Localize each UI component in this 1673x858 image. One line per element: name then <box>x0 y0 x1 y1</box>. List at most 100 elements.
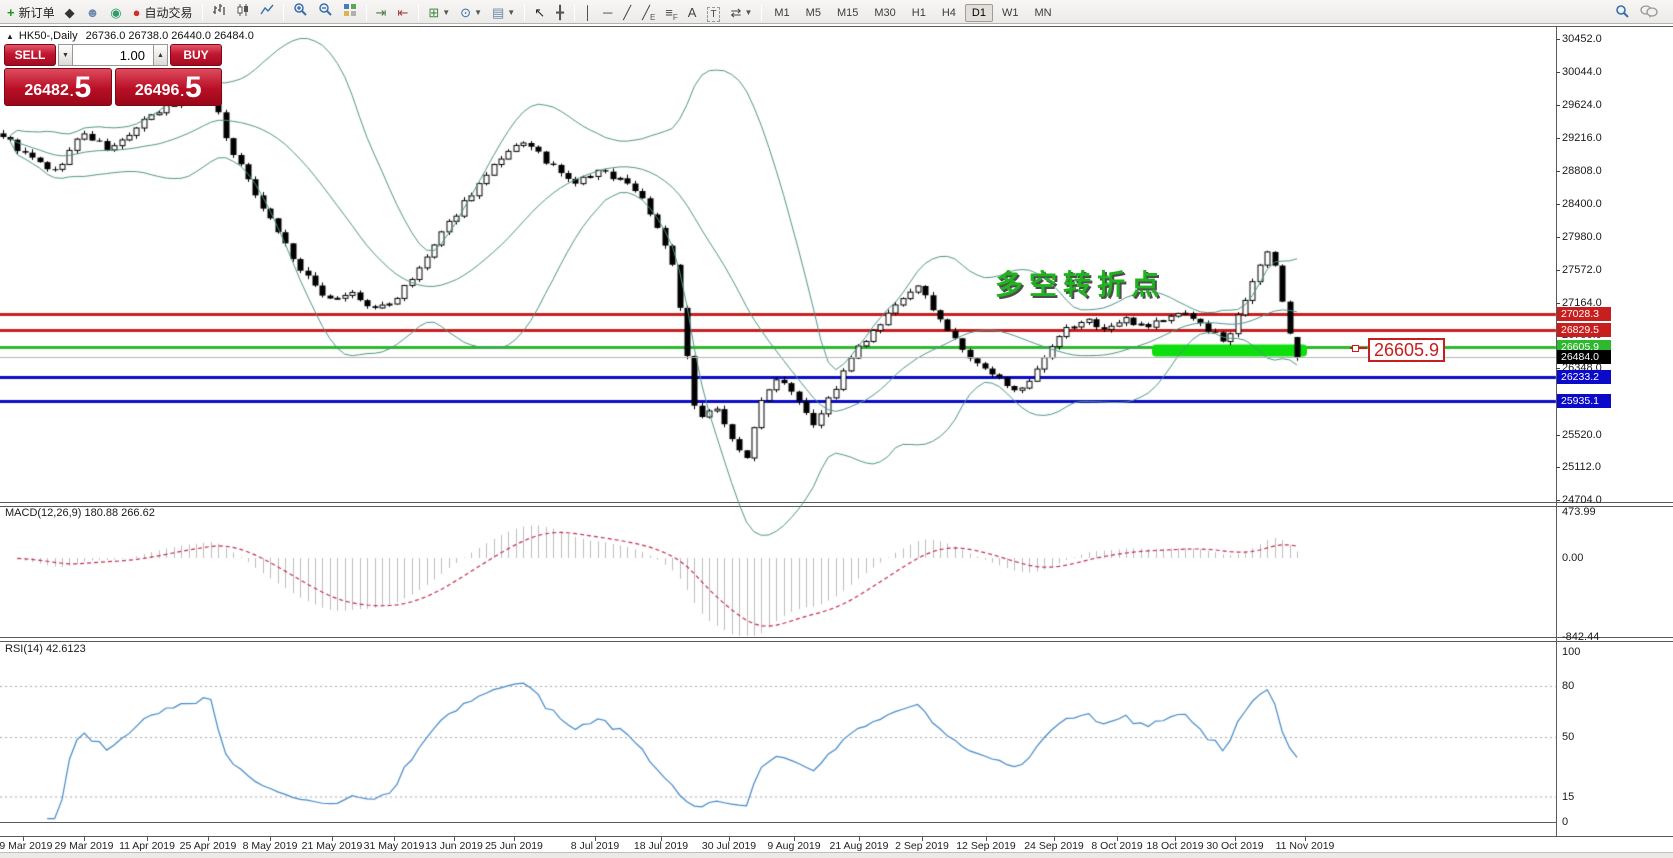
bar-chart-button[interactable] <box>208 0 230 20</box>
text-label-icon: T <box>707 7 719 22</box>
templates-button[interactable]: ▤▼ <box>488 2 519 22</box>
timeframe-button-m1[interactable]: M1 <box>767 4 796 22</box>
current-price-badge: 26484.0 <box>1557 350 1611 364</box>
toolbar-items: +新订单◆☻◉●自动交易⇥⇤⊞▼⊙▼▤▼↖╋│─╱╱E≡FAT⇄▼ <box>2 0 766 24</box>
autotrading-button-label: 自动交易 <box>145 4 193 21</box>
tile-windows-button[interactable] <box>339 0 361 20</box>
price-level-badge: 26233.2 <box>1557 370 1611 384</box>
trendline-icon: ╱ <box>623 6 631 19</box>
price-level-tag: 26605.9 <box>1368 338 1445 362</box>
price-tag-connector <box>1350 347 1367 349</box>
candlestick-chart-icon <box>236 3 250 17</box>
timeframe-button-d1[interactable]: D1 <box>965 4 993 22</box>
signals-icon: ◉ <box>110 6 121 19</box>
toolbar-separator <box>418 4 419 21</box>
one-click-toggle-icon[interactable]: ▲ <box>6 32 14 41</box>
volume-input[interactable]: 1.00 <box>73 44 153 66</box>
timeframe-button-mn[interactable]: MN <box>1027 4 1058 22</box>
templates-icon: ▤ <box>492 6 504 19</box>
timeframe-button-h1[interactable]: H1 <box>905 4 933 22</box>
bar-chart-icon <box>212 3 226 17</box>
equidistant-channel-icon-modifier: E <box>650 13 655 22</box>
buy-button-label: BUY <box>183 48 208 62</box>
signals-button[interactable]: ◉ <box>106 2 126 22</box>
crosshair-button[interactable]: ╋ <box>552 2 569 22</box>
search-icon <box>1615 4 1630 19</box>
vertical-line-button[interactable]: │ <box>580 2 597 22</box>
volume-increase-button[interactable]: ▲ <box>153 44 168 66</box>
buy-price-dot: . <box>180 81 184 103</box>
text-icon: A <box>688 6 697 19</box>
timeframe-button-m30[interactable]: M30 <box>867 4 902 22</box>
buy-price-button[interactable]: 26496 . 5 <box>115 68 223 106</box>
new-order-button[interactable]: +新订单 <box>3 2 59 22</box>
search-button[interactable] <box>1611 2 1634 22</box>
timeframe-button-w1[interactable]: W1 <box>995 4 1026 22</box>
toolbar-separator <box>283 4 284 21</box>
tile-windows-icon <box>343 3 357 17</box>
candlestick-chart-button[interactable] <box>232 0 254 20</box>
sell-price-main: 26482 <box>24 79 69 103</box>
sell-price-button[interactable]: 26482 . 5 <box>4 68 112 106</box>
chat-icon <box>1640 4 1658 19</box>
text-label-button[interactable]: T <box>703 4 724 24</box>
toolbar-separator <box>366 4 367 21</box>
chevron-down-icon: ▼ <box>474 8 482 17</box>
styler-icon: ◆ <box>65 6 75 19</box>
channel-button[interactable]: ╱E <box>638 2 659 22</box>
macd-indicator-label: MACD(12,26,9) 180.88 266.62 <box>5 507 155 519</box>
periods-button[interactable]: ⊙▼ <box>456 2 486 22</box>
chart-ohlc-values: 26736.0 26738.0 26440.0 26484.0 <box>86 30 254 42</box>
price-level-badge: 27028.3 <box>1557 307 1611 321</box>
horizontal-line-icon: ─ <box>603 6 612 19</box>
fibonacci-icon-modifier: F <box>673 13 678 22</box>
arrows-button[interactable]: ⇄▼ <box>727 2 757 22</box>
chart-surface[interactable] <box>0 0 1673 858</box>
arrows-icon: ⇄ <box>731 6 742 19</box>
new-chart-button[interactable]: ⊞▼ <box>424 2 454 22</box>
chevron-down-icon: ▼ <box>507 8 515 17</box>
toolbar-separator <box>761 4 762 21</box>
trendline-button[interactable]: ╱ <box>619 2 636 22</box>
terminal-window: +新订单◆☻◉●自动交易⇥⇤⊞▼⊙▼▤▼↖╋│─╱╱E≡FAT⇄▼ M1M5M1… <box>0 0 1673 858</box>
bull-bear-turning-point-annotation: 多空转折点 <box>995 263 1165 303</box>
fibonacci-button[interactable]: ≡F <box>661 2 681 22</box>
market-watch-icon: ☻ <box>86 6 100 19</box>
toolbar-separator <box>574 4 575 21</box>
sell-button[interactable]: SELL <box>4 44 56 66</box>
chart-header: ▲ HK50-,Daily 26736.0 26738.0 26440.0 26… <box>6 30 254 42</box>
volume-value: 1.00 <box>120 48 145 63</box>
horizontal-line-button[interactable]: ─ <box>599 2 617 22</box>
text-button[interactable]: A <box>684 2 702 22</box>
buy-button[interactable]: BUY <box>170 44 222 66</box>
autotrading-icon: ● <box>133 6 141 19</box>
fibonacci-icon: ≡ <box>665 6 673 19</box>
timeframe-button-m15[interactable]: M15 <box>830 4 865 22</box>
sell-price-dot: . <box>70 81 74 103</box>
toolbar-separator <box>524 4 525 21</box>
auto-scroll-icon: ⇥ <box>376 6 387 19</box>
chevron-down-icon: ▼ <box>744 8 752 17</box>
zoom-in-icon <box>293 2 308 17</box>
styler-button[interactable]: ◆ <box>61 2 80 22</box>
zoom-out-button[interactable] <box>314 0 337 19</box>
cursor-icon: ↖ <box>534 6 545 19</box>
market-watch-button[interactable]: ☻ <box>82 2 105 22</box>
timeframe-button-m5[interactable]: M5 <box>799 4 828 22</box>
volume-decrease-button[interactable]: ▼ <box>58 44 73 66</box>
timeframe-button-h4[interactable]: H4 <box>935 4 963 22</box>
chart-shift-icon: ⇤ <box>397 6 408 19</box>
chart-shift-button[interactable]: ⇤ <box>393 2 413 22</box>
chat-button[interactable] <box>1636 2 1662 22</box>
rsi-indicator-label: RSI(14) 42.6123 <box>5 643 86 655</box>
periods-icon: ⊙ <box>460 6 471 19</box>
toolbar-separator <box>202 4 203 21</box>
auto-scroll-button[interactable]: ⇥ <box>372 2 392 22</box>
zoom-in-button[interactable] <box>289 0 312 19</box>
price-level-badge: 26829.5 <box>1557 323 1611 337</box>
autotrading-button[interactable]: ● 自动交易 <box>129 2 197 22</box>
cursor-button[interactable]: ↖ <box>530 2 550 22</box>
line-chart-button[interactable] <box>256 0 278 20</box>
vertical-line-icon: │ <box>584 6 592 19</box>
toolbar-right <box>1610 2 1663 22</box>
